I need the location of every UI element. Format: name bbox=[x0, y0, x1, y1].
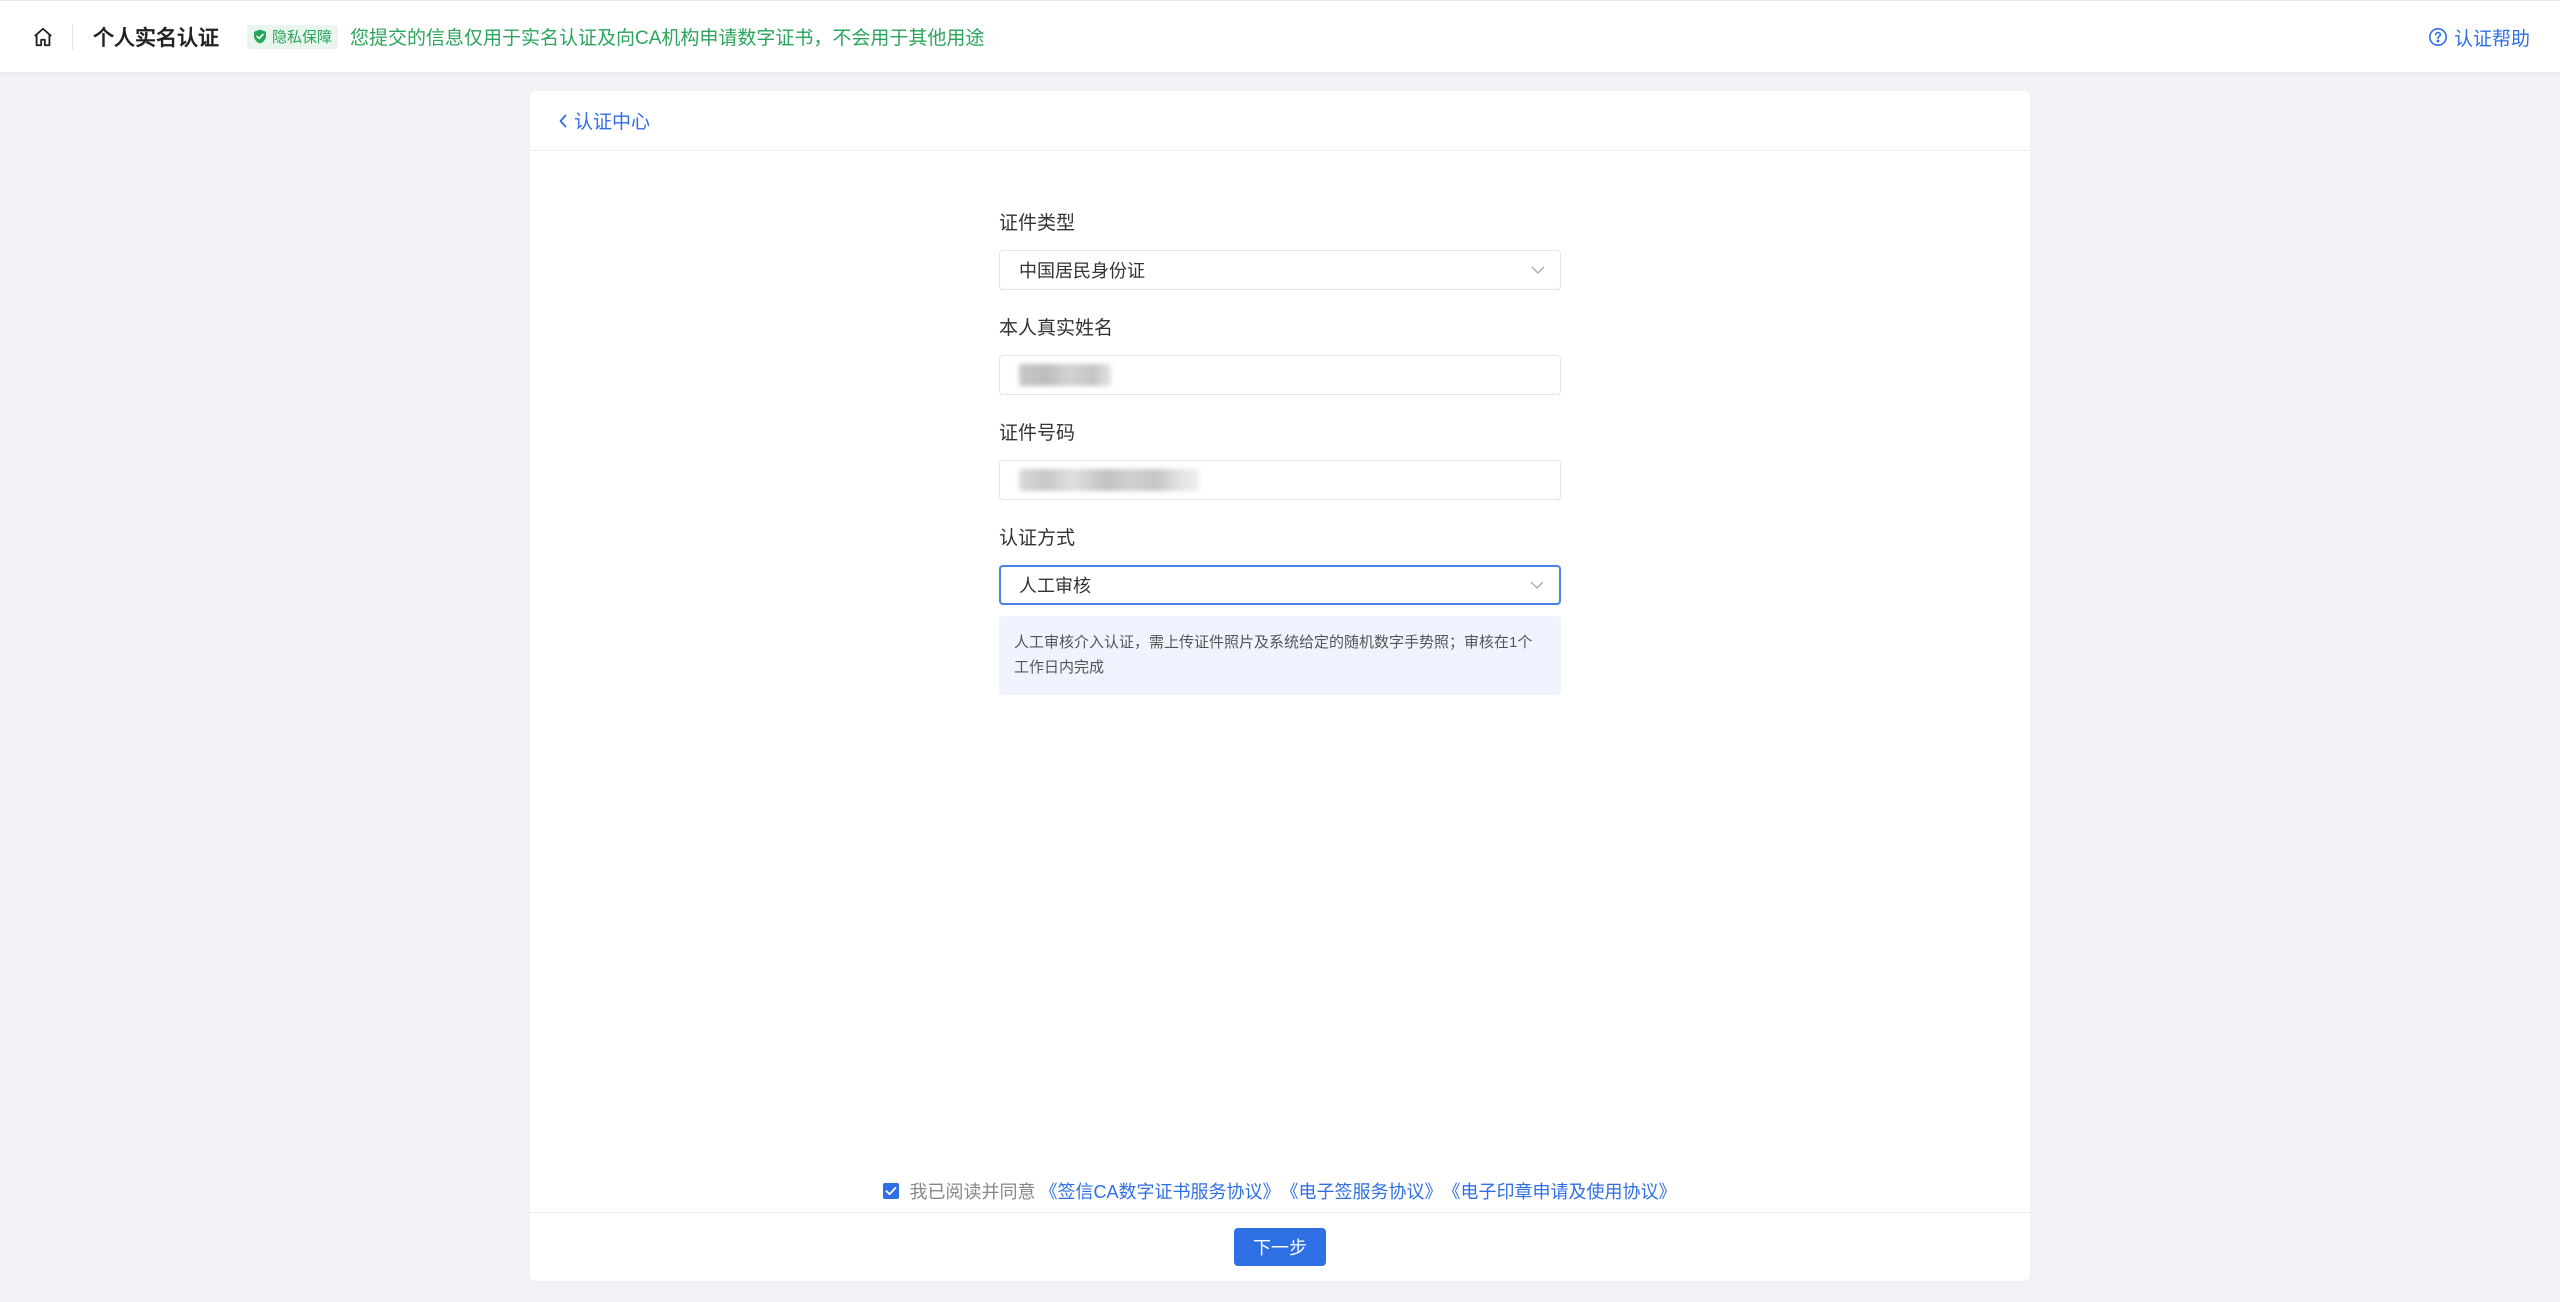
auth-method-label: 认证方式 bbox=[999, 528, 1076, 549]
top-header: 个人实名认证 隐私保障 您提交的信息仅用于实名认证及向CA机构申请数字证书，不会… bbox=[0, 0, 2560, 72]
auth-method-field: 认证方式 人工审核 人工审核介入认证，需上传证件照片及系统给定的随机数字手势照；… bbox=[999, 526, 1561, 695]
auth-method-value: 人工审核 bbox=[1019, 576, 1091, 596]
e-seal-agreement-link[interactable]: 《电子印章申请及使用协议》 bbox=[1443, 1178, 1677, 1204]
agreement-prefix: 我已阅读并同意 bbox=[909, 1182, 1036, 1202]
id-number-input[interactable] bbox=[999, 460, 1561, 500]
chevron-left-icon bbox=[559, 114, 567, 127]
home-button[interactable] bbox=[22, 16, 64, 58]
card-header: 认证中心 bbox=[530, 91, 2030, 151]
help-link[interactable]: 认证帮助 bbox=[2428, 1, 2530, 73]
real-name-label: 本人真实姓名 bbox=[999, 318, 1114, 339]
back-to-auth-center-link[interactable]: 认证中心 bbox=[558, 107, 650, 134]
e-sign-agreement-link[interactable]: 《电子签服务协议》 bbox=[1281, 1178, 1443, 1204]
id-type-value: 中国居民身份证 bbox=[1019, 261, 1145, 281]
id-number-label: 证件号码 bbox=[999, 423, 1076, 444]
home-icon bbox=[34, 27, 52, 46]
help-label: 认证帮助 bbox=[2453, 28, 2530, 50]
question-circle-icon bbox=[2428, 28, 2447, 46]
privacy-notice: 您提交的信息仅用于实名认证及向CA机构申请数字证书，不会用于其他用途 bbox=[350, 28, 985, 49]
page-title: 个人实名认证 bbox=[93, 26, 219, 50]
chevron-down-icon bbox=[1530, 262, 1546, 278]
shield-check-icon bbox=[254, 29, 266, 44]
id-type-field: 证件类型 中国居民身份证 bbox=[999, 211, 1561, 290]
verification-form: 证件类型 中国居民身份证 本人真实姓名 证件号码 认证方式 人工审核 人工审核介… bbox=[999, 211, 1561, 695]
real-name-input[interactable] bbox=[999, 355, 1561, 395]
header-divider bbox=[72, 23, 73, 50]
id-type-select[interactable]: 中国居民身份证 bbox=[999, 250, 1561, 290]
chevron-down-icon bbox=[1529, 577, 1545, 593]
privacy-badge-label: 隐私保障 bbox=[272, 29, 333, 46]
verification-card: 认证中心 证件类型 中国居民身份证 本人真实姓名 证件号码 认证方式 人工审核 … bbox=[530, 91, 2030, 1281]
back-link-label: 认证中心 bbox=[574, 112, 651, 133]
ca-certificate-agreement-link[interactable]: 《签信CA数字证书服务协议》 bbox=[1039, 1178, 1280, 1204]
card-footer: 下一步 bbox=[530, 1212, 2030, 1281]
checkmark-icon bbox=[886, 1186, 897, 1196]
auth-method-note: 人工审核介入认证，需上传证件照片及系统给定的随机数字手势照；审核在1个工作日内完… bbox=[999, 616, 1561, 695]
agreement-row: 我已阅读并同意 《签信CA数字证书服务协议》 《电子签服务协议》 《电子印章申请… bbox=[530, 1177, 2030, 1205]
redacted-name-value bbox=[1019, 364, 1111, 386]
id-type-label: 证件类型 bbox=[999, 213, 1076, 234]
auth-method-select[interactable]: 人工审核 bbox=[999, 565, 1561, 605]
next-step-button[interactable]: 下一步 bbox=[1234, 1228, 1326, 1266]
privacy-badge: 隐私保障 bbox=[247, 24, 339, 49]
real-name-field: 本人真实姓名 bbox=[999, 316, 1561, 395]
id-number-field: 证件号码 bbox=[999, 421, 1561, 500]
agreement-checkbox[interactable] bbox=[883, 1183, 900, 1199]
redacted-id-number-value bbox=[1019, 469, 1199, 491]
